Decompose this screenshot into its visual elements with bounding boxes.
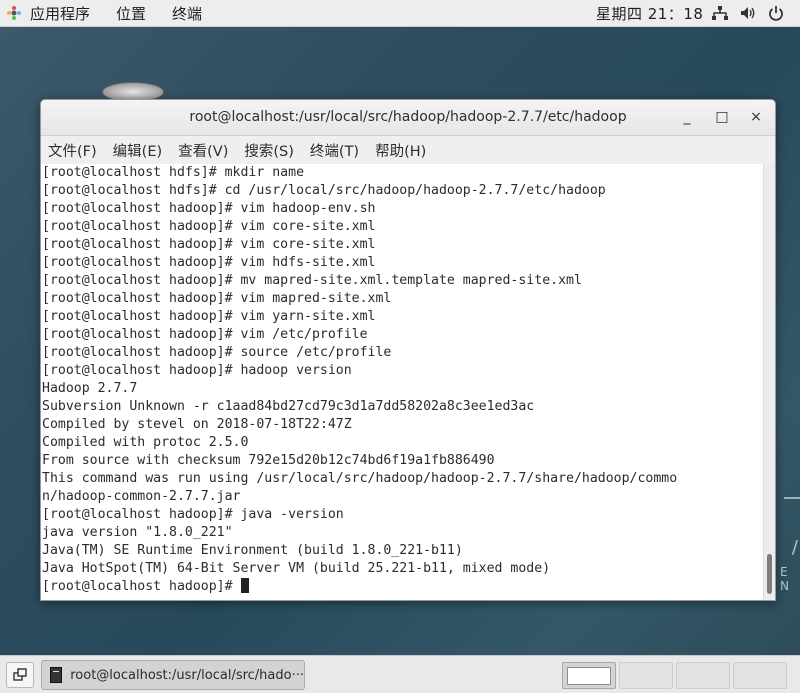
terminal-line: This command was run using /usr/local/sr…: [42, 471, 678, 486]
terminal-line: Hadoop 2.7.7: [42, 381, 138, 396]
taskbar-item-label: root@localhost:/usr/local/src/hado···: [70, 667, 304, 683]
desktop-side-text: / E N: [780, 537, 798, 593]
terminal-window[interactable]: root@localhost:/usr/local/src/hadoop/had…: [40, 99, 776, 601]
workspace-3[interactable]: [676, 662, 730, 689]
clock[interactable]: 星期四 21：18: [596, 3, 703, 24]
power-icon[interactable]: [767, 4, 785, 22]
terminal-line: Java(TM) SE Runtime Environment (build 1…: [42, 543, 463, 558]
terminal-line: [root@localhost hadoop]# vim yarn-site.x…: [42, 309, 376, 324]
scrollbar-thumb[interactable]: [767, 554, 772, 594]
terminal-line: [root@localhost hdfs]# mkdir name: [42, 165, 305, 180]
terminal-line: Compiled with protoc 2.5.0: [42, 435, 249, 450]
terminal-line: [root@localhost hadoop]# java -version: [42, 507, 344, 522]
workspace-1[interactable]: [562, 662, 616, 689]
terminal-line: [root@localhost hadoop]# vim core-site.x…: [42, 237, 376, 252]
terminal-icon: [50, 667, 63, 683]
top-panel: 应用程序 位置 终端 星期四 21：18: [0, 0, 800, 27]
bottom-panel: root@localhost:/usr/local/src/hado···: [0, 655, 800, 693]
terminal-line: [root@localhost hadoop]# vim hadoop-env.…: [42, 201, 376, 216]
taskbar-terminal-item[interactable]: root@localhost:/usr/local/src/hado···: [41, 660, 305, 690]
maximize-button[interactable]: □: [713, 108, 731, 126]
volume-icon[interactable]: [739, 4, 757, 22]
menu-help[interactable]: 帮助(H): [375, 140, 426, 161]
window-titlebar[interactable]: root@localhost:/usr/local/src/hadoop/had…: [41, 100, 775, 136]
terminal-lines: [root@localhost hdfs]# mkdir name [root@…: [41, 164, 763, 596]
terminal-line: Subversion Unknown -r c1aad84bd27cd79c3d…: [42, 399, 535, 414]
terminal-line: java version "1.8.0_221": [42, 525, 233, 540]
terminal-line: [root@localhost hadoop]# vim core-site.x…: [42, 219, 376, 234]
menu-file[interactable]: 文件(F): [48, 140, 97, 161]
places-menu[interactable]: 位置: [116, 3, 146, 24]
terminal-line: Compiled by stevel on 2018-07-18T22:47Z: [42, 417, 352, 432]
terminal-line: From source with checksum 792e15d20b12c7…: [42, 453, 495, 468]
network-icon[interactable]: [711, 4, 729, 22]
close-button[interactable]: ×: [747, 108, 765, 126]
menu-view[interactable]: 查看(V): [178, 140, 228, 161]
terminal-line: [root@localhost hadoop]# vim mapred-site…: [42, 291, 392, 306]
terminal-line: Java HotSpot(TM) 64-Bit Server VM (build…: [42, 561, 551, 576]
menu-edit[interactable]: 编辑(E): [113, 140, 162, 161]
terminal-output[interactable]: [root@localhost hdfs]# mkdir name [root@…: [41, 164, 763, 600]
terminal-line: [root@localhost hadoop]# vim /etc/profil…: [42, 327, 368, 342]
terminal-line: [root@localhost hadoop]# vim hdfs-site.x…: [42, 255, 376, 270]
workspace-2[interactable]: [619, 662, 673, 689]
terminal-app-menu[interactable]: 终端: [172, 3, 202, 24]
menu-terminal[interactable]: 终端(T): [310, 140, 359, 161]
terminal-scrollbar[interactable]: [763, 164, 775, 600]
terminal-cursor: [240, 578, 249, 593]
terminal-line: [root@localhost hadoop]# source /etc/pro…: [42, 345, 392, 360]
window-title: root@localhost:/usr/local/src/hadoop/had…: [189, 109, 627, 125]
terminal-line: [root@localhost hadoop]# hadoop version: [42, 363, 352, 378]
terminal-line: [root@localhost hdfs]# cd /usr/local/src…: [42, 183, 606, 198]
workspace-window-thumb: [567, 667, 611, 685]
terminal-prompt: [root@localhost hadoop]#: [42, 579, 241, 594]
minimize-button[interactable]: _: [678, 108, 696, 126]
show-desktop-icon: [13, 668, 27, 681]
menu-search[interactable]: 搜索(S): [244, 140, 294, 161]
show-desktop-button[interactable]: [6, 662, 34, 688]
menu-bar: 文件(F) 编辑(E) 查看(V) 搜索(S) 终端(T) 帮助(H): [41, 136, 775, 164]
applications-icon[interactable]: [6, 5, 22, 21]
workspace-4[interactable]: [733, 662, 787, 689]
terminal-line: n/hadoop-common-2.7.7.jar: [42, 489, 241, 504]
terminal-line: [root@localhost hadoop]# mv mapred-site.…: [42, 273, 582, 288]
applications-menu[interactable]: 应用程序: [30, 3, 90, 24]
